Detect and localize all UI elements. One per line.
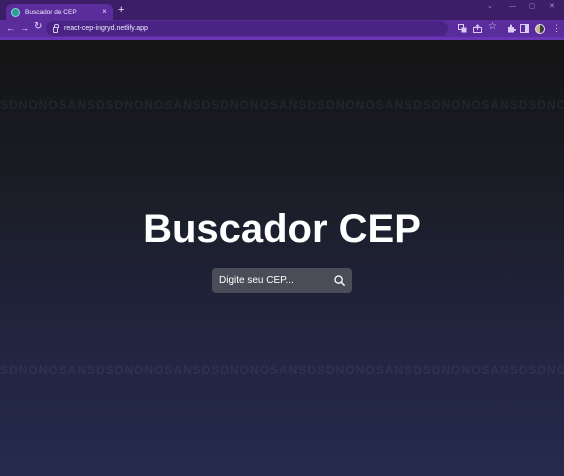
extensions-icon[interactable] xyxy=(507,24,516,35)
background-marquee-bottom: SDNONOSANSDSDNONOSANSDSDNONOSANSDSDNONOS… xyxy=(0,363,564,377)
tab-search-icon[interactable]: ⌄ xyxy=(487,3,493,11)
browser-tab[interactable]: Buscador de CEP × xyxy=(6,4,113,20)
url-text: react-cep-ingryd.netlify.app xyxy=(64,25,148,32)
reload-icon[interactable]: ↻ xyxy=(34,22,42,32)
tab-title: Buscador de CEP xyxy=(25,8,77,16)
favicon-icon xyxy=(11,7,20,17)
tab-close-icon[interactable]: × xyxy=(100,8,109,16)
star-icon[interactable]: ☆ xyxy=(488,22,497,32)
address-bar[interactable]: react-cep-ingryd.netlify.app xyxy=(46,21,448,36)
menu-icon[interactable]: ⋮ xyxy=(552,24,561,33)
translate-icon[interactable] xyxy=(458,24,467,35)
page-viewport: SDNONOSANSDSDNONOSANSDSDNONOSANSDSDNONOS… xyxy=(0,40,564,476)
search-button[interactable] xyxy=(329,271,349,291)
browser-tabbar: Buscador de CEP × + ⌄ — ▢ ✕ xyxy=(0,0,564,20)
cep-input[interactable] xyxy=(219,275,329,286)
maximize-button[interactable]: ▢ xyxy=(529,3,536,11)
search-icon xyxy=(333,275,345,286)
new-tab-button[interactable]: + xyxy=(118,5,124,16)
window-close-button[interactable]: ✕ xyxy=(549,3,555,11)
page-title: Buscador CEP xyxy=(143,207,421,251)
sidebar-icon[interactable] xyxy=(520,24,529,35)
share-icon[interactable] xyxy=(473,24,482,35)
browser-toolbar: ← → ↻ react-cep-ingryd.netlify.app ☆ ⋮ xyxy=(0,20,564,37)
background-marquee-top: SDNONOSANSDSDNONOSANSDSDNONOSANSDSDNONOS… xyxy=(0,98,564,112)
lock-icon[interactable] xyxy=(53,23,59,33)
forward-arrow-icon[interactable]: → xyxy=(20,23,29,33)
cep-search-box xyxy=(212,268,352,293)
back-arrow-icon[interactable]: ← xyxy=(6,23,15,33)
minimize-button[interactable]: — xyxy=(509,3,516,11)
profile-avatar[interactable] xyxy=(535,24,545,34)
